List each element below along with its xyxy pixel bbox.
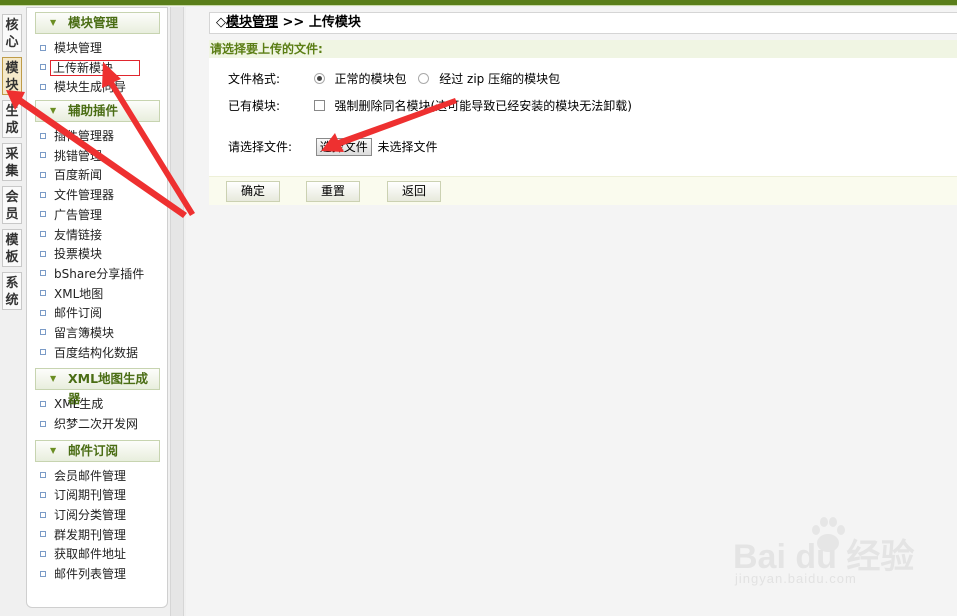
action-bar: 确定 重置 返回: [209, 176, 957, 205]
reset-button[interactable]: 重置: [306, 181, 360, 202]
collapse-arrow-icon: ▼: [50, 18, 57, 27]
vtab-system[interactable]: 系 统: [2, 272, 22, 310]
vtab-generate[interactable]: 生 成: [2, 100, 22, 138]
bullet-icon: [40, 329, 46, 336]
menu-group-mail[interactable]: ▼ 邮件订阅: [35, 439, 160, 462]
force-delete-checkbox[interactable]: [313, 100, 325, 111]
menu-item-module-wizard[interactable]: 模块生成向导: [27, 78, 167, 98]
file-row: 请选择文件: 选择文件 未选择文件: [228, 138, 438, 156]
format-option-zip-label: 经过 zip 压缩的模块包: [439, 72, 561, 86]
vtab-template[interactable]: 模 板: [2, 229, 22, 267]
bullet-icon: [40, 290, 46, 297]
bullet-icon: [40, 270, 46, 277]
left-menu: ▼ 模块管理 模块管理 上传新模块 模块生成向导 ▼ 辅助插件 插件管理器 挑错…: [26, 7, 168, 608]
menu-group-xml-generator[interactable]: ▼ XML地图生成器: [35, 368, 160, 406]
file-status: 未选择文件: [377, 140, 438, 154]
menu-group-plugins[interactable]: ▼ 辅助插件: [35, 100, 160, 123]
format-option-normal-label: 正常的模块包: [334, 72, 407, 86]
bullet-icon: [40, 83, 46, 90]
breadcrumb-link-module-manage[interactable]: 模块管理: [226, 15, 278, 30]
vtab-member[interactable]: 会 员: [2, 186, 22, 224]
bullet-icon: [40, 132, 46, 139]
bullet-icon: [40, 570, 46, 577]
menu-item-ad-manager[interactable]: 广告管理: [27, 206, 167, 226]
menu-item-guestbook[interactable]: 留言簿模块: [27, 324, 167, 344]
vtab-collect[interactable]: 采 集: [2, 143, 22, 181]
menu-item-dev-site[interactable]: 织梦二次开发网: [27, 415, 167, 435]
collapse-arrow-icon: ▼: [50, 445, 57, 455]
breadcrumb: ◇模块管理 >> 上传模块: [209, 12, 957, 34]
upload-form-panel: 请选择要上传的文件: 文件格式: 正常的模块包 经过 zip 压缩的模块包 已有…: [209, 40, 957, 205]
back-button[interactable]: 返回: [387, 181, 441, 202]
menu-item-periodical[interactable]: 订阅期刊管理: [27, 486, 167, 506]
menu-item-vote-module[interactable]: 投票模块: [27, 245, 167, 265]
collapse-arrow-icon: ▼: [50, 106, 57, 116]
bullet-icon: [40, 44, 46, 51]
bullet-icon: [40, 420, 46, 427]
menu-item-upload-module[interactable]: 上传新模块: [27, 59, 167, 79]
format-radio-normal[interactable]: [313, 73, 325, 84]
existing-label: 已有模块:: [228, 99, 281, 113]
menu-item-error-report[interactable]: 挑错管理: [27, 147, 167, 167]
menu-item-friend-links[interactable]: 友情链接: [27, 226, 167, 246]
bullet-icon: [40, 211, 46, 218]
form-title: 请选择要上传的文件:: [209, 40, 957, 58]
frame-splitter[interactable]: [170, 7, 184, 616]
menu-item-mass-send[interactable]: 群发期刊管理: [27, 526, 167, 546]
bullet-icon: [40, 152, 46, 159]
diamond-icon: ◇: [216, 15, 226, 30]
bullet-icon: [40, 250, 46, 257]
menu-group-module-manage[interactable]: ▼ 模块管理: [35, 12, 160, 34]
vtab-core[interactable]: 核 心: [2, 14, 22, 52]
format-row: 文件格式: 正常的模块包 经过 zip 压缩的模块包: [228, 70, 560, 87]
bullet-icon: [40, 491, 46, 498]
bullet-icon: [40, 191, 46, 198]
ok-button[interactable]: 确定: [226, 181, 280, 202]
menu-item-module-manage[interactable]: 模块管理: [27, 39, 167, 59]
format-radio-zip[interactable]: [418, 73, 430, 84]
bullet-icon: [40, 309, 46, 316]
force-delete-label: 强制删除同名模块(这可能导致已经安装的模块无法卸载): [334, 99, 632, 113]
vertical-tab-bar: 核 心 模 块 生 成 采 集 会 员 模 板 系 统: [2, 14, 24, 315]
bullet-icon: [40, 511, 46, 518]
menu-item-mail-list[interactable]: 邮件列表管理: [27, 565, 167, 585]
vtab-module[interactable]: 模 块: [2, 57, 22, 95]
bullet-icon: [40, 472, 46, 479]
breadcrumb-current: 上传模块: [308, 15, 361, 30]
menu-item-baidu-news[interactable]: 百度新闻: [27, 166, 167, 186]
format-label: 文件格式:: [228, 72, 281, 86]
menu-item-sub-category[interactable]: 订阅分类管理: [27, 506, 167, 526]
bullet-icon: [40, 231, 46, 237]
menu-item-xml-map[interactable]: XML地图: [27, 285, 167, 305]
bullet-icon: [40, 171, 46, 178]
menu-item-baidu-structured[interactable]: 百度结构化数据: [27, 344, 167, 364]
file-label: 请选择文件:: [228, 140, 293, 154]
collapse-arrow-icon: ▼: [50, 374, 57, 384]
existing-row: 已有模块: 强制删除同名模块(这可能导致已经安装的模块无法卸载): [228, 97, 632, 114]
menu-item-mail-subscribe[interactable]: 邮件订阅: [27, 304, 167, 324]
bullet-icon: [40, 550, 46, 557]
choose-file-button[interactable]: 选择文件: [315, 138, 372, 156]
menu-item-file-manager[interactable]: 文件管理器: [27, 186, 167, 206]
top-divider: [0, 5, 957, 6]
menu-item-bshare[interactable]: bShare分享插件: [27, 265, 167, 285]
bullet-icon: [40, 400, 46, 407]
bullet-icon: [40, 64, 46, 71]
baidu-jingyan-watermark: Bai du 经验 jingyan.baidu.com: [733, 515, 933, 605]
menu-item-plugin-manager[interactable]: 插件管理器: [27, 127, 167, 147]
bullet-icon: [40, 349, 46, 356]
menu-item-get-emails[interactable]: 获取邮件地址: [27, 545, 167, 565]
menu-item-member-mail[interactable]: 会员邮件管理: [27, 467, 167, 487]
bullet-icon: [40, 531, 46, 538]
